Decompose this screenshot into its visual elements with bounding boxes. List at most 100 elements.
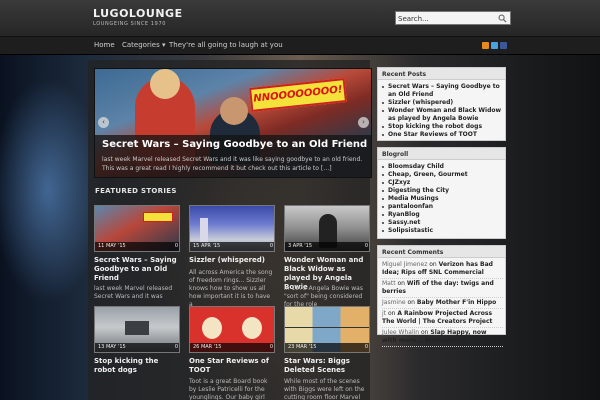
thumbnail-meta: 3 APR '15 0 <box>285 242 369 251</box>
story-card: 11 MAY '15 0 Secret Wars – Saying Goodby… <box>94 205 180 300</box>
blogroll-widget: Blogroll Bloomsday Child Cheap, Green, G… <box>377 147 506 239</box>
story-card: 23 MAR '15 0 Star Wars: Biggs Deleted Sc… <box>284 306 370 400</box>
story-title[interactable]: Sizzler (whispered) <box>189 256 275 265</box>
story-date: 15 APR '15 <box>193 243 221 249</box>
recent-posts-list: Secret Wars – Saying Goodbye to an Old F… <box>382 83 503 139</box>
blogroll-link[interactable]: Solipsistastic <box>382 227 503 235</box>
site-title[interactable]: LUGOLOUNGE <box>93 7 183 20</box>
rss-icon[interactable] <box>482 42 489 49</box>
recent-posts-title: Recent Posts <box>378 68 505 80</box>
blogroll-link[interactable]: Bloomsday Child <box>382 163 503 171</box>
search-box <box>395 11 511 25</box>
recent-comments-title: Recent Comments <box>378 246 505 258</box>
slider-caption: Secret Wars – Saying Goodbye to an Old F… <box>95 135 371 177</box>
twitter-icon[interactable] <box>491 42 498 49</box>
thumbnail-meta: 15 APR '15 0 <box>190 242 274 251</box>
comment-author: Matt <box>382 280 396 287</box>
story-thumbnail[interactable]: 15 APR '15 0 <box>189 205 275 252</box>
story-excerpt: While most of the scenes with Biggs were… <box>284 378 365 400</box>
comment-on-label: on <box>427 261 439 268</box>
comment-count[interactable]: 0 <box>175 243 178 249</box>
comment-count[interactable]: 0 <box>175 344 178 350</box>
story-thumbnail[interactable]: 11 MAY '15 0 <box>94 205 180 252</box>
story-thumbnail[interactable]: 26 MAR '15 0 <box>189 306 275 353</box>
blogroll-link[interactable]: Digesting the City <box>382 187 503 195</box>
thumbnail-panel-divider <box>285 327 369 328</box>
comic-hero-head <box>150 69 180 99</box>
thumbnail-character <box>202 317 222 339</box>
story-date: 23 MAR '15 <box>288 344 317 350</box>
thumbnail-figure <box>200 218 208 244</box>
recent-comment-item: Matt on Wifi of the day: twigs and berri… <box>382 280 503 298</box>
main-navigation: Home Categories ▾ They're all going to l… <box>0 37 600 55</box>
story-date: 11 MAY '15 <box>98 243 126 249</box>
story-title[interactable]: Star Wars: Biggs Deleted Scenes <box>284 357 370 375</box>
story-thumbnail[interactable]: 3 APR '15 0 <box>284 205 370 252</box>
thumbnail-sound-effect <box>143 212 173 222</box>
blogroll-list: Bloomsday Child Cheap, Green, Gourmet CJ… <box>382 163 503 235</box>
story-card: 15 APR '15 0 Sizzler (whispered) All acr… <box>189 205 275 308</box>
comment-on-label: on <box>419 329 431 336</box>
thumbnail-meta: 11 MAY '15 0 <box>95 242 179 251</box>
recent-post-link[interactable]: Sizzler (whispered) <box>382 99 503 107</box>
slider-title[interactable]: Secret Wars – Saying Goodbye to an Old F… <box>102 139 367 150</box>
recent-comments-widget: Recent Comments Miguel Jimenez on Verizo… <box>377 245 506 347</box>
blogroll-link[interactable]: CJZxyz <box>382 179 503 187</box>
site-tagline: LOUNGEING SINCE 1970 <box>93 21 167 27</box>
comment-on-label: on <box>395 280 407 287</box>
comment-author: Jasmine <box>382 299 406 306</box>
nav-item-laugh[interactable]: They're all going to laugh at you <box>169 41 283 49</box>
search-icon[interactable] <box>498 14 507 23</box>
recent-comments-list: Miguel Jimenez on Verizon has Bad Idea; … <box>382 261 503 348</box>
comment-author: Miguel Jimenez <box>382 261 428 268</box>
story-title[interactable]: One Star Reviews of TOOT <box>189 357 275 375</box>
recent-comment-item: Julee Whalin on Slap Happy, now with mor… <box>382 329 503 347</box>
story-date: 3 APR '15 <box>288 243 313 249</box>
slider-prev-button[interactable]: ‹ <box>98 117 109 128</box>
story-date: 26 MAR '15 <box>193 344 222 350</box>
recent-posts-widget: Recent Posts Secret Wars – Saying Goodby… <box>377 67 506 141</box>
story-title[interactable]: Stop kicking the robot dogs <box>94 357 180 375</box>
comment-post-link[interactable]: Baby Mother F'in Hippo <box>417 299 496 306</box>
comment-count[interactable]: 0 <box>270 243 273 249</box>
search-input[interactable] <box>398 13 498 24</box>
blogroll-link[interactable]: pantaloonfan <box>382 203 503 211</box>
nav-item-categories[interactable]: Categories ▾ <box>122 41 165 49</box>
recent-comment-item: jt on A Rainbow Projected Across The Wor… <box>382 310 503 328</box>
comic-villain-head <box>220 97 248 125</box>
featured-slider[interactable]: NNOOOOOOOO! ‹ › Secret Wars – Saying Goo… <box>94 68 372 178</box>
slider-next-button[interactable]: › <box>358 117 369 128</box>
recent-post-link[interactable]: Secret Wars – Saying Goodbye to an Old F… <box>382 83 503 99</box>
slider-excerpt: last week Marvel released Secret Wars an… <box>102 156 363 172</box>
comment-count[interactable]: 0 <box>270 344 273 350</box>
recent-post-link[interactable]: One Star Reviews of TOOT <box>382 131 503 139</box>
blogroll-link[interactable]: Sassy.net <box>382 219 503 227</box>
site-header: LUGOLOUNGE LOUNGEING SINCE 1970 <box>0 0 600 37</box>
story-excerpt: Toot is a great Board book by Leslie Pat… <box>189 378 268 400</box>
comment-post-link[interactable]: A Rainbow Projected Across The World | T… <box>382 310 492 325</box>
thumbnail-robot-dog <box>125 321 149 335</box>
recent-post-link[interactable]: Wonder Woman and Black Widow as played b… <box>382 107 503 123</box>
facebook-icon[interactable] <box>500 42 507 49</box>
story-date: 13 MAY '15 <box>98 344 126 350</box>
comic-sound-effect: NNOOOOOOOO! <box>249 78 347 112</box>
recent-post-link[interactable]: Stop kicking the robot dogs <box>382 123 503 131</box>
story-excerpt: All across America the song of freedom r… <box>189 269 273 308</box>
comment-count[interactable]: 0 <box>365 344 368 350</box>
comment-author: Julee Whalin <box>382 329 420 336</box>
blogroll-link[interactable]: RyanBlog <box>382 211 503 219</box>
blogroll-link[interactable]: Cheap, Green, Gourmet <box>382 171 503 179</box>
blogroll-link[interactable]: Media Musings <box>382 195 503 203</box>
comment-on-label: on <box>386 310 398 317</box>
comment-on-label: on <box>405 299 417 306</box>
story-thumbnail[interactable]: 13 MAY '15 0 <box>94 306 180 353</box>
comment-count[interactable]: 0 <box>365 243 368 249</box>
thumbnail-meta: 13 MAY '15 0 <box>95 343 179 352</box>
thumbnail-meta: 23 MAR '15 0 <box>285 343 369 352</box>
recent-comment-item: Miguel Jimenez on Verizon has Bad Idea; … <box>382 261 503 279</box>
recent-comment-item: Jasmine on Baby Mother F'in Hippo <box>382 299 503 309</box>
story-title[interactable]: Secret Wars – Saying Goodbye to an Old F… <box>94 256 180 283</box>
story-thumbnail[interactable]: 23 MAR '15 0 <box>284 306 370 353</box>
thumbnail-meta: 26 MAR '15 0 <box>190 343 274 352</box>
nav-item-home[interactable]: Home <box>94 41 115 49</box>
